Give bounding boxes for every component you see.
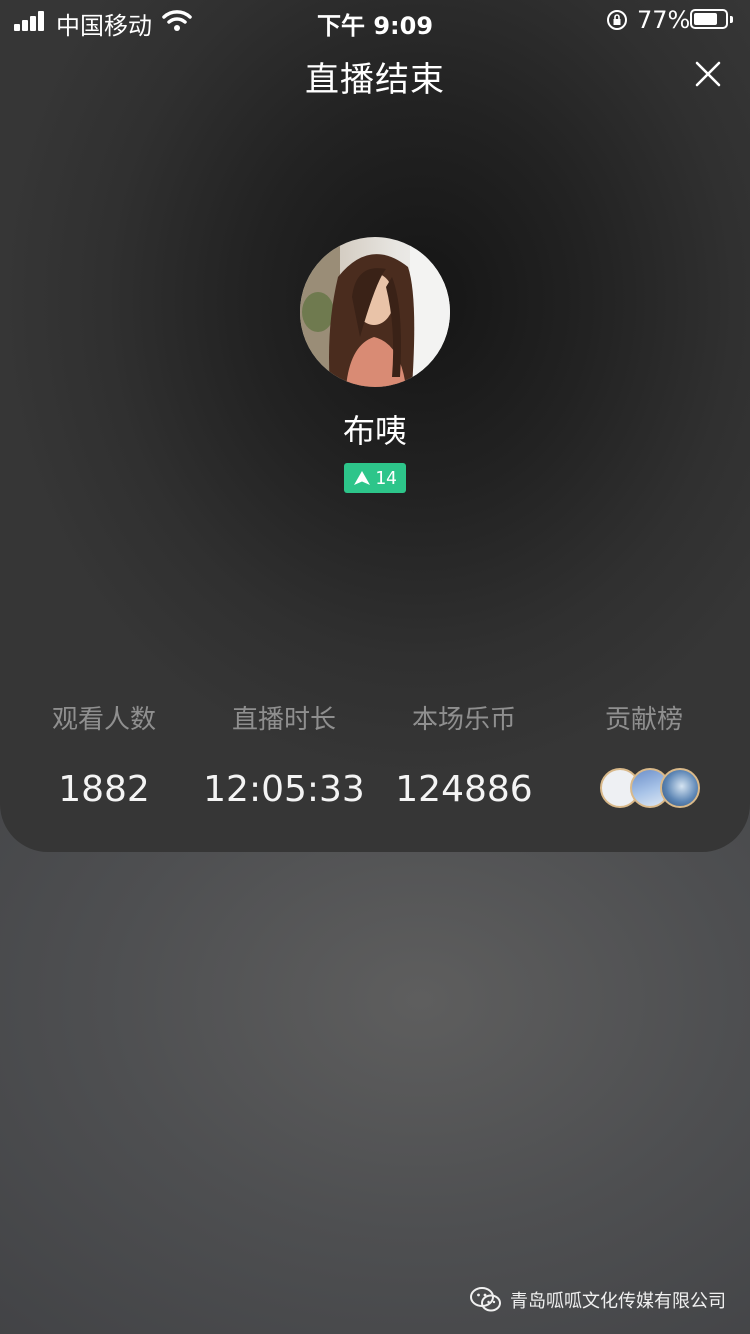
stat-coins: 本场乐币 124886 — [369, 700, 559, 812]
live-end-card: 直播结束 布咦 14 观看人数 1882 直播时长 12:05:33 本场乐币 … — [0, 0, 750, 852]
stat-contribution: 贡献榜 — [549, 700, 739, 740]
level-arrow-icon — [354, 471, 371, 485]
stat-viewers: 观看人数 1882 — [9, 700, 199, 812]
contribution-ranking[interactable] — [600, 768, 710, 810]
status-bar: 中国移动 下午 9:09 77% — [0, 0, 750, 40]
stat-label: 贡献榜 — [604, 705, 683, 735]
wechat-icon — [470, 1287, 501, 1312]
avatar-photo — [300, 237, 450, 387]
rotation-lock-icon — [607, 10, 627, 30]
level-badge: 14 — [344, 463, 406, 493]
battery-icon — [690, 9, 728, 29]
stat-value: 124886 — [395, 769, 533, 810]
stat-value: 12:05:33 — [203, 769, 365, 810]
level-number: 14 — [375, 467, 397, 489]
battery-cap — [730, 16, 733, 23]
watermark: 青岛呱呱文化传媒有限公司 — [470, 1286, 726, 1314]
streamer-avatar[interactable] — [300, 237, 450, 387]
close-icon[interactable] — [690, 56, 726, 92]
watermark-text: 青岛呱呱文化传媒有限公司 — [510, 1291, 726, 1312]
stat-duration: 直播时长 12:05:33 — [189, 700, 379, 812]
battery-percent: 77% — [637, 6, 691, 34]
battery-level-fill — [694, 13, 717, 25]
stat-label: 直播时长 — [231, 705, 336, 735]
stat-label: 观看人数 — [51, 705, 156, 735]
contributor-avatar — [660, 768, 700, 808]
stat-value: 1882 — [58, 769, 150, 810]
page-title: 直播结束 — [305, 60, 445, 100]
stat-label: 本场乐币 — [411, 705, 516, 735]
streamer-name: 布咦 — [342, 412, 407, 450]
